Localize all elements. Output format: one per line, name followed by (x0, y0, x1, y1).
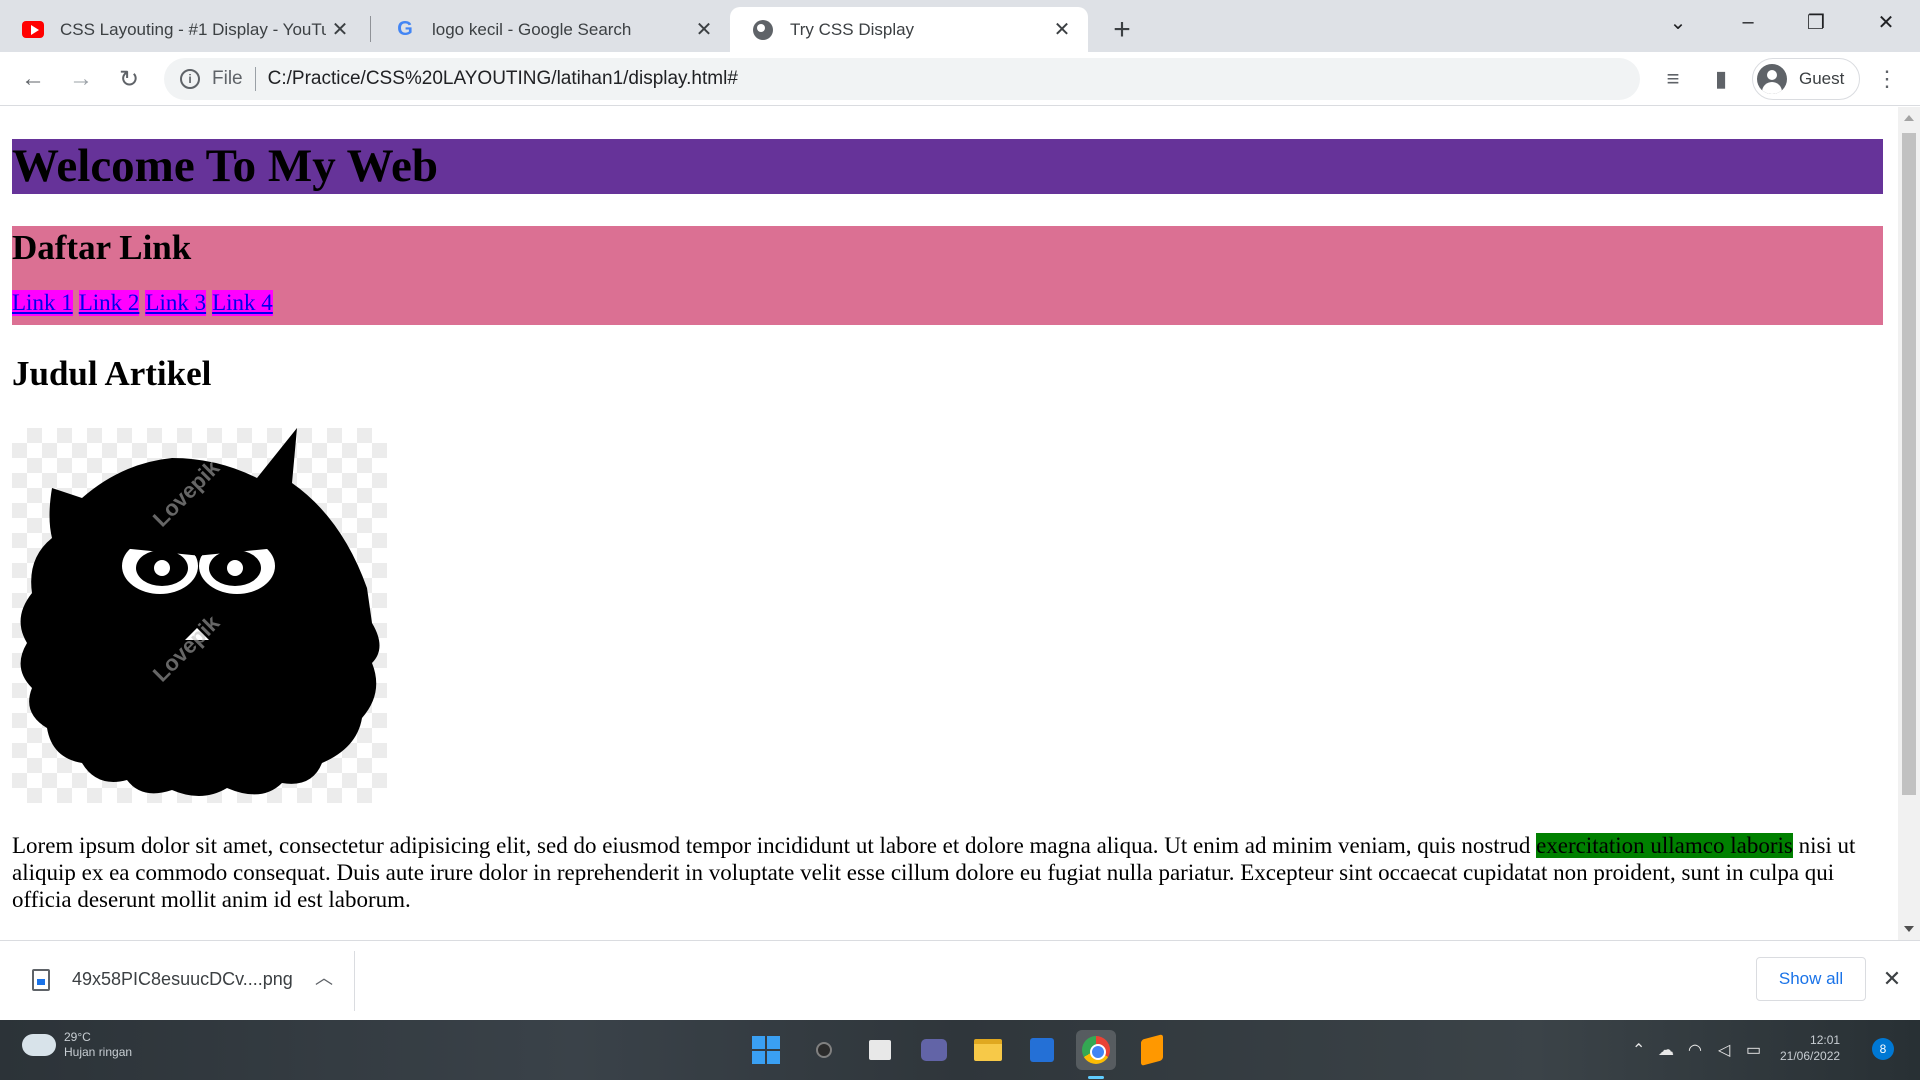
video-chat-icon (921, 1039, 947, 1061)
clock-date: 21/06/2022 (1780, 1049, 1841, 1063)
image-file-icon (32, 969, 50, 991)
page-title: Welcome To My Web (12, 140, 439, 192)
reading-list-icon[interactable]: ≡ (1658, 64, 1688, 94)
download-divider (354, 951, 355, 1011)
store-icon (1030, 1038, 1054, 1062)
owl-monster-illustration: Lovepik Lovepik (20, 428, 380, 797)
tab-google-search[interactable]: G logo kecil - Google Search ✕ (372, 7, 730, 52)
sublime-text-button[interactable] (1132, 1030, 1172, 1070)
reload-button[interactable]: ↻ (110, 60, 148, 98)
youtube-icon (22, 19, 44, 41)
onedrive-cloud-icon[interactable]: ☁ (1658, 1040, 1674, 1060)
scroll-thumb[interactable] (1902, 133, 1916, 795)
sublime-text-icon (1141, 1034, 1163, 1066)
google-icon: G (397, 18, 413, 40)
teams-chat-button[interactable] (914, 1030, 954, 1070)
download-file-name[interactable]: 49x58PIC8esuucDCv....png (72, 969, 293, 990)
minimize-button[interactable]: – (1714, 0, 1782, 44)
close-tab-icon[interactable]: ✕ (1048, 16, 1076, 44)
notification-badge[interactable]: 8 (1872, 1038, 1894, 1060)
profile-name: Guest (1799, 69, 1845, 88)
task-view-button[interactable] (860, 1030, 900, 1070)
close-tab-icon[interactable]: ✕ (326, 16, 354, 44)
link-1[interactable]: Link 1 (12, 290, 73, 316)
task-view-icon (869, 1040, 891, 1060)
tab-title: CSS Layouting - #1 Display - YouTube (60, 19, 326, 39)
battery-icon[interactable]: ▭ (1746, 1040, 1761, 1060)
profile-button[interactable]: Guest (1752, 58, 1860, 100)
article-title: Judul Artikel (12, 354, 212, 393)
tab-title: Try CSS Display (790, 19, 915, 39)
start-button[interactable] (746, 1030, 786, 1070)
nav-heading: Daftar Link (12, 228, 192, 267)
active-app-indicator (1088, 1076, 1104, 1079)
search-button[interactable] (804, 1030, 844, 1070)
link-list: Link 1 Link 2 Link 3 Link 4 (12, 290, 279, 316)
info-icon[interactable]: i (180, 69, 200, 89)
microsoft-store-button[interactable] (1022, 1030, 1062, 1070)
show-hidden-icons-chevron-icon[interactable]: ⌃ (1632, 1040, 1645, 1060)
clock-time: 12:01 (1810, 1033, 1841, 1047)
tab-title: logo kecil - Google Search (432, 19, 632, 39)
paragraph-text: Lorem ipsum dolor sit amet, consectetur … (12, 833, 1537, 858)
chevron-up-icon[interactable]: ︿ (310, 963, 338, 991)
globe-icon (752, 19, 774, 41)
tab-try-css-display[interactable]: Try CSS Display ✕ (730, 7, 1088, 52)
avatar-icon (1757, 64, 1787, 94)
url-text[interactable]: C:/Practice/CSS%20LAYOUTING/latihan1/dis… (268, 68, 738, 90)
folder-icon (974, 1039, 1002, 1061)
vertical-scrollbar[interactable] (1898, 107, 1920, 940)
tab-separator (370, 16, 371, 42)
browser-toolbar: ← → ↻ i File C:/Practice/CSS%20LAYOUTING… (0, 52, 1920, 106)
tab-strip: CSS Layouting - #1 Display - YouTube ✕ G… (0, 0, 1920, 52)
speaker-icon[interactable]: ◁ (1718, 1040, 1730, 1060)
cloud-rain-icon (22, 1034, 56, 1056)
download-bar: 49x58PIC8esuucDCv....png ︿ Show all ✕ (0, 940, 1920, 1020)
tab-youtube[interactable]: CSS Layouting - #1 Display - YouTube ✕ (0, 7, 366, 52)
side-panel-icon[interactable]: ▮ (1706, 64, 1736, 94)
menu-kebab-icon[interactable]: ⋮ (1872, 64, 1902, 94)
tab-search-chevron-icon[interactable]: ⌄ (1644, 0, 1712, 44)
weather-desc: Hujan ringan (64, 1045, 133, 1059)
close-tab-icon[interactable]: ✕ (690, 16, 718, 44)
link-3[interactable]: Link 3 (145, 290, 207, 316)
scheme-label: File (212, 68, 243, 89)
link-2[interactable]: Link 2 (78, 290, 140, 316)
wifi-icon[interactable]: ◠ (1688, 1040, 1702, 1060)
highlighted-text: exercitation ullamco laboris (1536, 833, 1793, 858)
article-paragraph: Lorem ipsum dolor sit amet, consectetur … (12, 832, 1884, 913)
article-image: Lovepik Lovepik (12, 428, 387, 803)
page-header: Welcome To My Web (12, 139, 1883, 194)
weather-widget[interactable]: 29°C Hujan ringan (22, 1030, 132, 1060)
scroll-down-arrow-icon[interactable] (1904, 926, 1914, 932)
weather-temp: 29°C (64, 1030, 91, 1044)
page-viewport: Welcome To My Web Daftar Link Link 1 Lin… (0, 107, 1898, 940)
link-4[interactable]: Link 4 (212, 290, 273, 316)
chrome-button[interactable] (1076, 1030, 1116, 1070)
file-explorer-button[interactable] (968, 1030, 1008, 1070)
close-icon[interactable]: ✕ (1878, 961, 1906, 997)
chrome-icon (1082, 1036, 1110, 1064)
show-all-button[interactable]: Show all (1756, 957, 1866, 1001)
back-button[interactable]: ← (14, 60, 52, 98)
new-tab-button[interactable]: + (1104, 12, 1140, 48)
windows-logo-icon (752, 1036, 780, 1064)
close-window-button[interactable]: ✕ (1852, 0, 1920, 44)
omnibox-divider (254, 67, 256, 91)
clock[interactable]: 12:01 21/06/2022 (1780, 1032, 1840, 1064)
address-bar[interactable]: i File C:/Practice/CSS%20LAYOUTING/latih… (164, 58, 1640, 100)
restore-button[interactable]: ❐ (1782, 0, 1850, 44)
forward-button[interactable]: → (62, 60, 100, 98)
scroll-up-arrow-icon[interactable] (1904, 115, 1914, 121)
taskbar: 29°C Hujan ringan ⌃ ☁ ◠ ◁ ▭ 12:01 21/06/… (0, 1020, 1920, 1080)
link-nav: Daftar Link Link 1 Link 2 Link 3 Link 4 (12, 226, 1883, 325)
search-icon (816, 1042, 832, 1058)
